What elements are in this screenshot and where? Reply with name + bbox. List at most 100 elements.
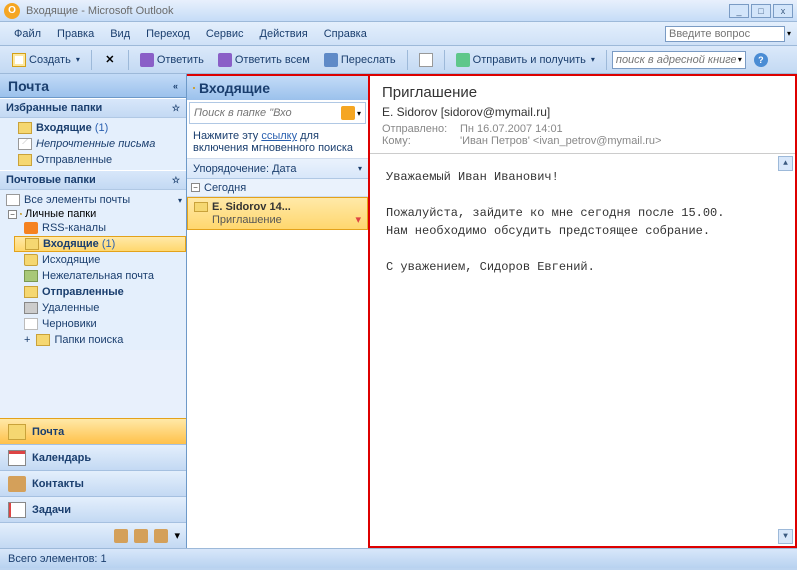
menu-help[interactable]: Справка (316, 26, 375, 42)
mail-folders-header[interactable]: Почтовые папки☆ (0, 170, 186, 190)
list-header: Входящие (187, 76, 368, 100)
folder-icon (20, 213, 22, 215)
tree-outbox[interactable]: Исходящие (14, 252, 186, 268)
help-question-input[interactable] (665, 26, 785, 42)
configure-buttons-icon[interactable]: ▾ (174, 529, 180, 542)
tree-inbox[interactable]: Входящие (1) (14, 236, 186, 252)
message-from: E. Sidorov 14... (212, 201, 291, 213)
menu-edit[interactable]: Правка (49, 26, 102, 42)
message-body: ▲ Уважаемый Иван Иванович! Пожалуйста, з… (370, 154, 795, 546)
contacts-nav-icon (8, 476, 26, 492)
address-search[interactable]: ▾ (612, 51, 746, 69)
reply-all-button[interactable]: Ответить всем (212, 50, 316, 70)
help-button[interactable]: ? (748, 50, 774, 70)
flag-icon[interactable]: ▾ (355, 213, 361, 226)
minimize-button[interactable]: _ (729, 4, 749, 18)
inbox-icon (18, 122, 32, 134)
nav-mail-button[interactable]: Почта (0, 418, 186, 444)
calendar-nav-icon (8, 450, 26, 466)
nav-calendar-button[interactable]: Календарь (0, 444, 186, 470)
instant-search-link[interactable]: ссылку (261, 130, 297, 142)
tree-search-folders[interactable]: +Папки поиска (14, 332, 186, 348)
tree-deleted[interactable]: Удаленные (14, 300, 186, 316)
close-button[interactable]: x (773, 4, 793, 18)
tasks-nav-icon (8, 502, 26, 518)
delete-icon: ✕ (103, 53, 117, 67)
new-label: Создать (29, 54, 71, 66)
titlebar: O Входящие - Microsoft Outlook _ □ x (0, 0, 797, 22)
tree-junk[interactable]: Нежелательная почта (14, 268, 186, 284)
collapse-icon[interactable]: − (191, 183, 200, 192)
help-dropdown-icon[interactable]: ▾ (787, 29, 791, 38)
mail-icon (18, 138, 32, 150)
body-line: Уважаемый Иван Иванович! (386, 168, 779, 186)
outbox-icon (24, 254, 38, 266)
scroll-down-button[interactable]: ▼ (778, 529, 793, 544)
all-mail-items[interactable]: Все элементы почты▾ (0, 192, 186, 208)
fav-sent[interactable]: Отправленные (0, 152, 186, 168)
window-title: Входящие - Microsoft Outlook (26, 5, 727, 17)
categorize-button[interactable] (413, 50, 439, 70)
toolbar: Создать▾ ✕ Ответить Ответить всем Пересл… (0, 46, 797, 74)
forward-button[interactable]: Переслать (318, 50, 402, 70)
reply-all-label: Ответить всем (235, 54, 310, 66)
address-search-input[interactable] (616, 54, 736, 66)
app-icon: O (4, 3, 20, 19)
nav-collapse-icon[interactable]: « (173, 81, 178, 91)
shortcuts-icon[interactable] (154, 529, 168, 543)
nav-tasks-button[interactable]: Задачи (0, 496, 186, 522)
trash-icon (24, 302, 38, 314)
delete-button[interactable]: ✕ (97, 50, 123, 70)
reading-from: E. Sidorov [sidorov@mymail.ru] (382, 105, 783, 119)
favorites-header[interactable]: Избранные папки☆ (0, 98, 186, 118)
date-group-header[interactable]: −Сегодня (187, 179, 368, 197)
sent-icon (18, 154, 32, 166)
menu-file[interactable]: Файл (6, 26, 49, 42)
tree-drafts[interactable]: Черновики (14, 316, 186, 332)
new-button[interactable]: Создать▾ (6, 50, 86, 70)
body-line: С уважением, Сидоров Евгений. (386, 258, 779, 276)
maximize-button[interactable]: □ (751, 4, 771, 18)
send-receive-button[interactable]: Отправить и получить▾ (450, 50, 601, 70)
search-all-icon (6, 194, 20, 206)
menu-go[interactable]: Переход (138, 26, 198, 42)
personal-folders[interactable]: −Личные папки (0, 208, 186, 220)
to-value: 'Иван Петров' <ivan_petrov@mymail.ru> (460, 135, 661, 147)
mail-closed-icon (194, 202, 208, 212)
menu-tools[interactable]: Сервис (198, 26, 252, 42)
fav-unread[interactable]: Непрочтенные письма (0, 136, 186, 152)
status-text: Всего элементов: 1 (8, 553, 107, 565)
message-item[interactable]: E. Sidorov 14... Приглашение▾ (187, 197, 368, 230)
folder-search[interactable]: ▾ (189, 102, 366, 124)
sent-value: Пн 16.07.2007 14:01 (460, 123, 563, 135)
send-receive-label: Отправить и получить (473, 54, 586, 66)
folder-search-input[interactable] (194, 107, 341, 119)
tree-sent[interactable]: Отправленные (14, 284, 186, 300)
body-line: Пожалуйста, зайдите ко мне сегодня после… (386, 204, 779, 222)
body-line: Нам необходимо обсудить предстоящее собр… (386, 222, 779, 240)
instant-search-hint: Нажмите эту ссылку для включения мгновен… (187, 126, 368, 159)
scroll-up-button[interactable]: ▲ (778, 156, 793, 171)
search-icon[interactable] (341, 106, 355, 120)
junk-icon (24, 270, 38, 282)
notes-icon[interactable] (114, 529, 128, 543)
to-label: Кому: (382, 135, 452, 147)
navigation-pane: Почта « Избранные папки☆ Входящие (1) Не… (0, 74, 187, 548)
reply-all-icon (218, 53, 232, 67)
rss-icon (24, 222, 38, 234)
forward-icon (324, 53, 338, 67)
menubar: Файл Правка Вид Переход Сервис Действия … (0, 22, 797, 46)
sort-header[interactable]: Упорядочение: Дата▾ (187, 159, 368, 179)
expand-icon[interactable]: + (24, 334, 30, 346)
nav-header-label: Почта (8, 78, 49, 94)
collapse-icon[interactable]: − (8, 210, 17, 219)
chevron-icon: ☆ (172, 103, 180, 114)
nav-contacts-button[interactable]: Контакты (0, 470, 186, 496)
tree-rss[interactable]: RSS-каналы (14, 220, 186, 236)
menu-actions[interactable]: Действия (252, 26, 316, 42)
folder-list-icon[interactable] (134, 529, 148, 543)
menu-view[interactable]: Вид (102, 26, 138, 42)
fav-inbox[interactable]: Входящие (1) (0, 120, 186, 136)
reply-button[interactable]: Ответить (134, 50, 210, 70)
reading-subject: Приглашение (382, 84, 783, 101)
